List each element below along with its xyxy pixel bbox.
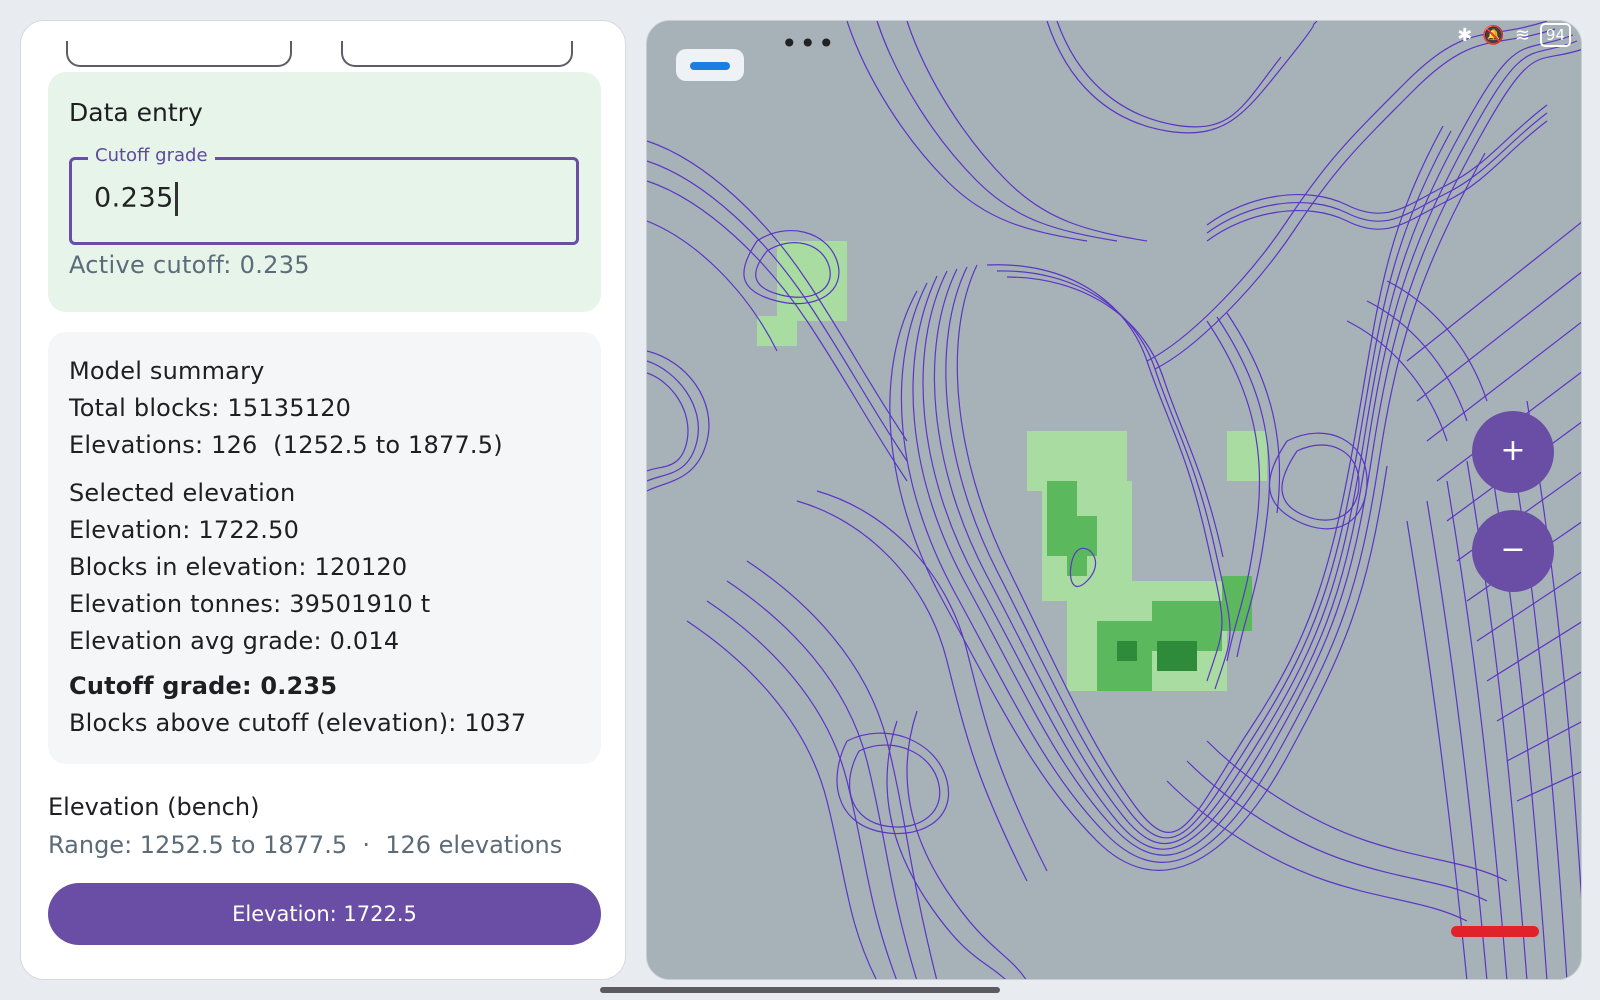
map-menu-button[interactable] — [676, 49, 744, 81]
battery-level: 94 — [1539, 23, 1571, 47]
elevations-count: Elevations: 126 (1252.5 to 1877.5) — [69, 431, 503, 459]
model-summary-card: Model summary Total blocks: 15135120 Ele… — [48, 332, 601, 764]
status-bar: ✱ 🔕 ≋ 94 — [1457, 23, 1571, 47]
selected-elevation: Elevation: 1722.50 — [69, 516, 300, 544]
cutoff-grade-field[interactable]: Cutoff grade 0.235 — [69, 145, 579, 245]
home-indicator[interactable] — [600, 987, 1000, 993]
blocks-in-elevation: Blocks in elevation: 120120 — [69, 553, 408, 581]
cutoff-grade-input[interactable]: 0.235 — [94, 182, 178, 216]
elevation-tonnes: Elevation tonnes: 39501910 t — [69, 590, 431, 618]
elevation-button[interactable]: Elevation: 1722.5 — [48, 883, 601, 945]
cutoff-grade-heading: Cutoff grade: 0.235 — [69, 672, 338, 700]
blocks-above-cutoff: Blocks above cutoff (elevation): 1037 — [69, 709, 527, 737]
model-summary-title: Model summary — [69, 357, 265, 385]
contour-map[interactable]: ••• ✱ 🔕 ≋ 94 + − — [646, 20, 1582, 980]
scale-bar — [1451, 926, 1539, 937]
elevation-range: Range: 1252.5 to 1877.5 · 126 elevations — [48, 831, 563, 859]
bluetooth-icon: ✱ — [1457, 24, 1473, 46]
wifi-icon: ≋ — [1514, 24, 1530, 46]
data-entry-card: Data entry Cutoff grade 0.235 Active cut… — [48, 72, 601, 312]
selected-elevation-title: Selected elevation — [69, 479, 296, 507]
tab-right[interactable] — [341, 41, 573, 67]
data-entry-title: Data entry — [69, 98, 203, 127]
window-options-icon[interactable]: ••• — [781, 27, 837, 60]
total-blocks: Total blocks: 15135120 — [69, 394, 352, 422]
elevation-avg-grade: Elevation avg grade: 0.014 — [69, 627, 400, 655]
tab-left[interactable] — [66, 41, 292, 67]
text-caret — [174, 182, 178, 216]
zoom-in-button[interactable]: + — [1472, 411, 1554, 493]
side-panel: Data entry Cutoff grade 0.235 Active cut… — [20, 20, 626, 980]
cutoff-grade-label: Cutoff grade — [88, 145, 215, 166]
active-cutoff-text: Active cutoff: 0.235 — [69, 251, 310, 279]
cutoff-grade-value: 0.235 — [94, 182, 174, 214]
elevation-section-title: Elevation (bench) — [48, 793, 260, 821]
zoom-out-button[interactable]: − — [1472, 510, 1554, 592]
menu-bar-icon — [690, 62, 730, 70]
mute-icon: 🔕 — [1482, 24, 1505, 46]
contour-map-canvas[interactable] — [647, 21, 1582, 980]
